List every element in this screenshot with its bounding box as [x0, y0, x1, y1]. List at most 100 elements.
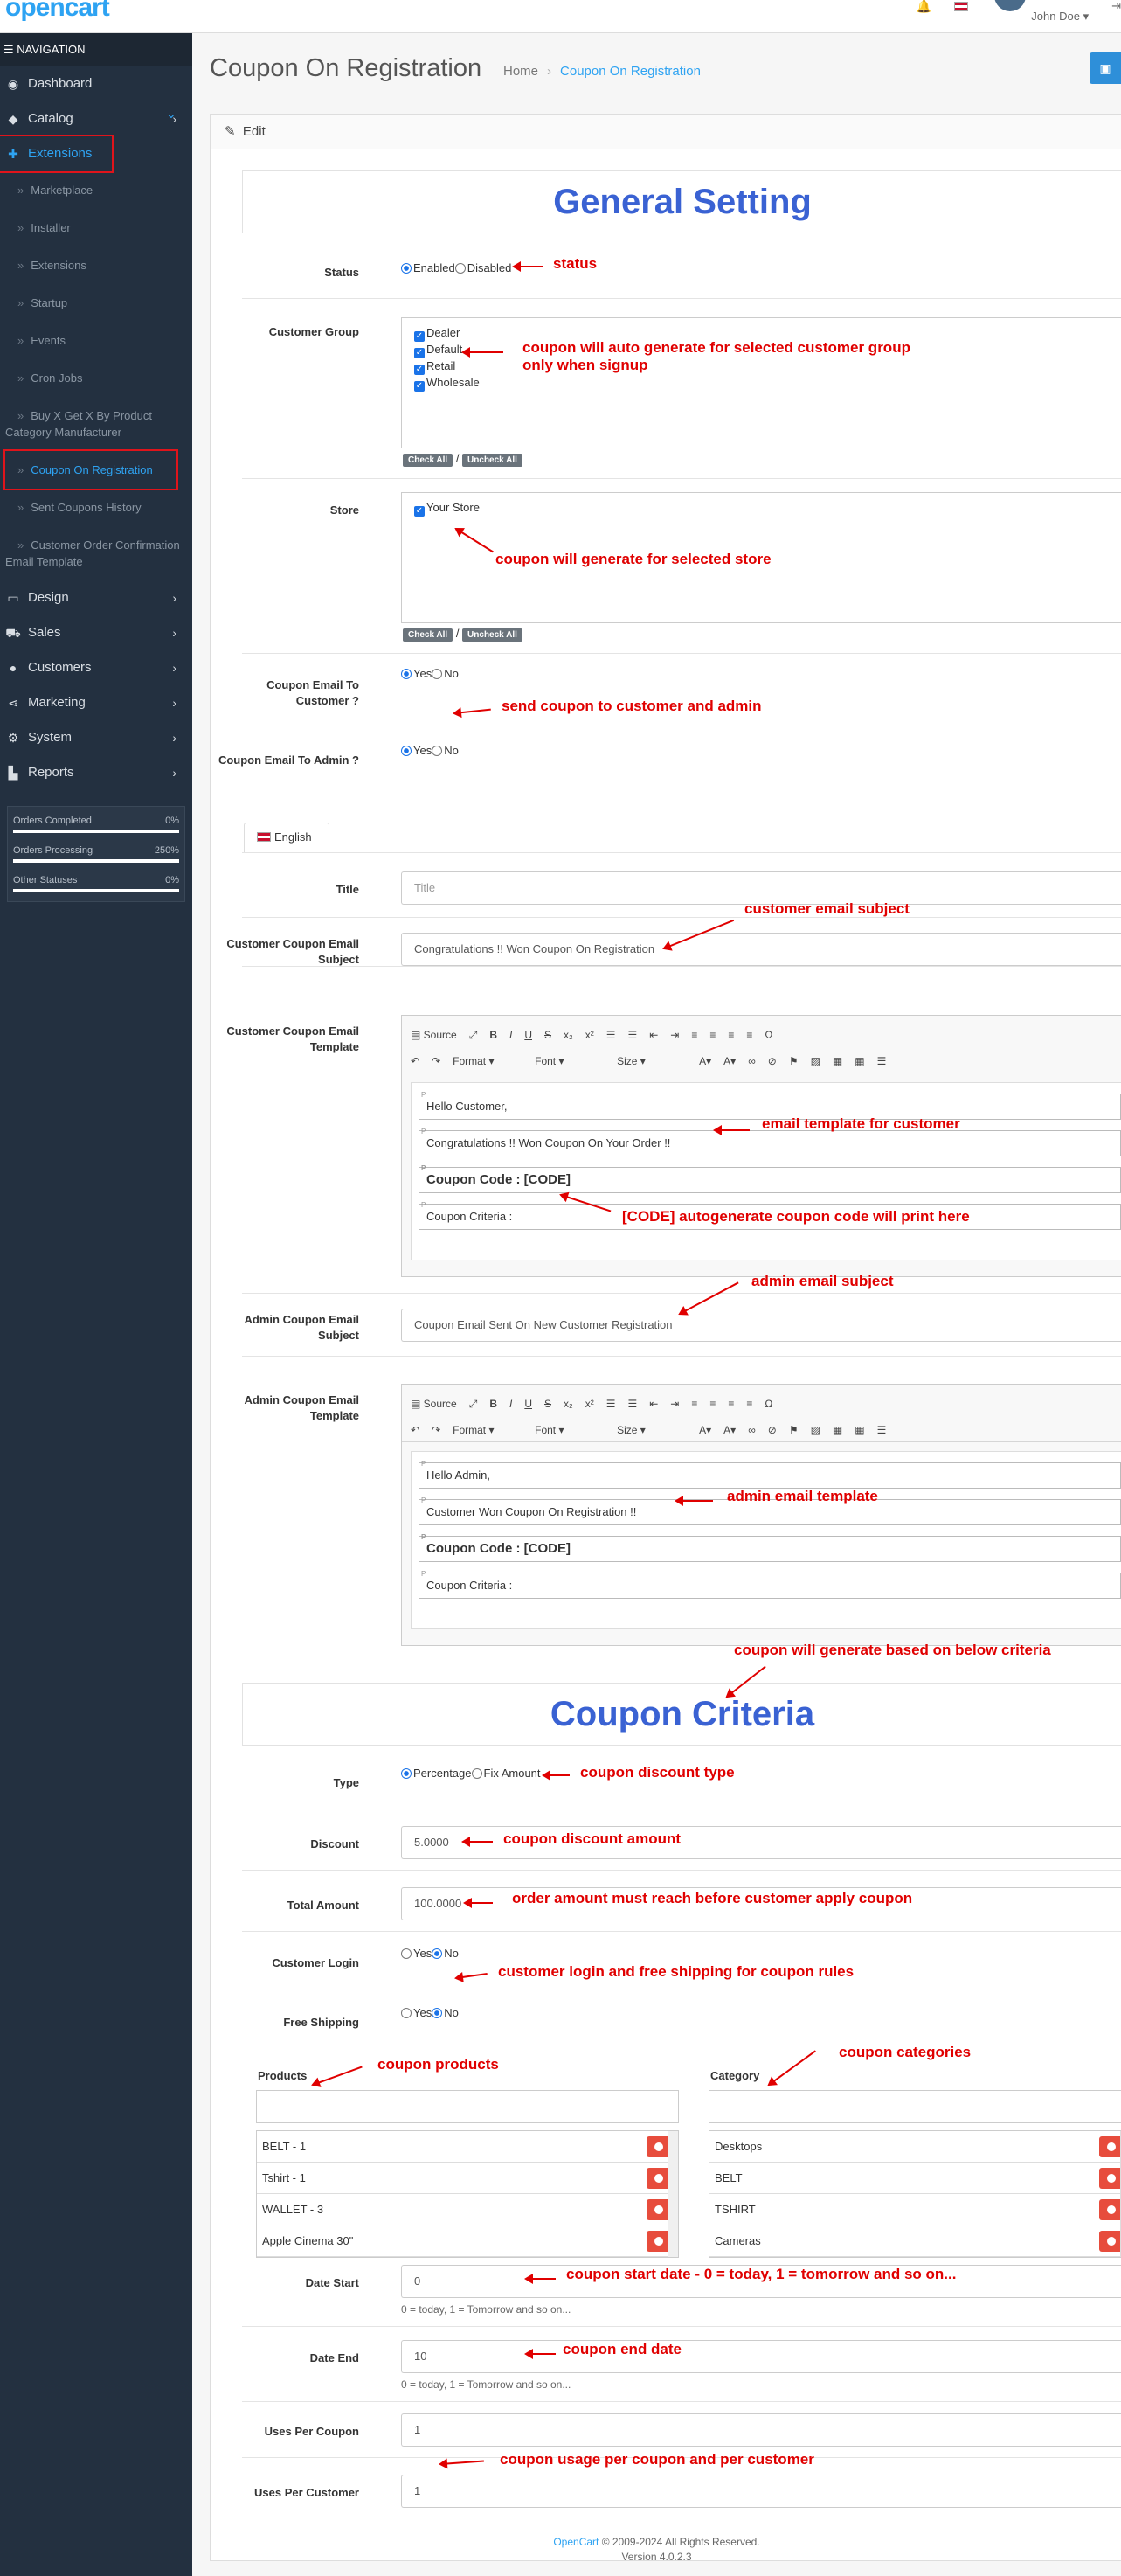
- status-enabled-radio[interactable]: [401, 263, 412, 274]
- uk-flag-icon[interactable]: [954, 0, 972, 13]
- font-dropdown[interactable]: Font ▾: [535, 1424, 605, 1436]
- shipping-no-radio[interactable]: [432, 2008, 443, 2018]
- email-admin-yes-radio[interactable]: [401, 746, 412, 756]
- outdent-icon[interactable]: ⇤: [649, 1398, 658, 1410]
- sidebar-item-reports[interactable]: ▙ Reports ›: [0, 755, 192, 790]
- subscript-icon[interactable]: x₂: [564, 1398, 573, 1410]
- subscript-icon[interactable]: x₂: [564, 1029, 573, 1041]
- save-button[interactable]: ▣: [1090, 52, 1121, 84]
- uncheck-all-button[interactable]: Uncheck All: [462, 454, 522, 467]
- align-center-icon[interactable]: ≡: [709, 1398, 716, 1410]
- type-fix-amount-radio[interactable]: [471, 1768, 482, 1779]
- superscript-icon[interactable]: x²: [585, 1398, 594, 1410]
- sidebar-sub-marketplace[interactable]: » Marketplace: [0, 171, 192, 209]
- customer-subject-input[interactable]: Congratulations !! Won Coupon On Registr…: [401, 933, 1121, 966]
- unlink-icon[interactable]: ⊘: [768, 1424, 777, 1436]
- underline-icon[interactable]: U: [524, 1398, 532, 1410]
- category-autocomplete-input[interactable]: [709, 2090, 1121, 2123]
- align-center-icon[interactable]: ≡: [709, 1029, 716, 1041]
- bold-icon[interactable]: B: [489, 1029, 497, 1041]
- omega-icon[interactable]: Ω: [765, 1029, 772, 1041]
- italic-icon[interactable]: I: [509, 1029, 512, 1041]
- logout-icon[interactable]: ⇥: [1111, 0, 1121, 13]
- remove-button[interactable]: [1099, 2231, 1121, 2252]
- hr-icon[interactable]: ☰: [877, 1055, 887, 1067]
- sidebar-sub-buy-x-get-x[interactable]: » Buy X Get X By Product Category Manufac…: [0, 397, 192, 451]
- sidebar-item-system[interactable]: ⚙ System ›: [0, 720, 192, 755]
- sidebar-sub-installer[interactable]: » Installer: [0, 209, 192, 246]
- sidebar-item-sales[interactable]: ⛟ Sales ›: [0, 615, 192, 650]
- format-dropdown[interactable]: Format ▾: [453, 1424, 522, 1436]
- maximize-icon[interactable]: ⤢: [469, 1029, 478, 1042]
- sidebar-sub-coupon-on-registration[interactable]: » Coupon On Registration: [3, 449, 178, 490]
- sidebar-sub-extensions[interactable]: » Extensions: [0, 246, 192, 284]
- sidebar-item-customers[interactable]: ● Customers ›: [0, 650, 192, 685]
- check-all-button[interactable]: Check All: [403, 628, 453, 642]
- remove-button[interactable]: [1099, 2199, 1121, 2220]
- uncheck-all-button[interactable]: Uncheck All: [462, 628, 522, 642]
- indent-icon[interactable]: ⇥: [670, 1029, 679, 1041]
- email-admin-no-radio[interactable]: [432, 746, 443, 756]
- strike-icon[interactable]: S: [544, 1029, 551, 1041]
- sidebar-sub-events[interactable]: » Events: [0, 322, 192, 359]
- justify-icon[interactable]: ≡: [746, 1398, 752, 1410]
- store-your-store[interactable]: ✓ Your Store: [402, 500, 1121, 517]
- text-color-icon[interactable]: A▾: [699, 1055, 711, 1067]
- link-icon[interactable]: ∞: [748, 1424, 756, 1436]
- check-all-button[interactable]: Check All: [403, 454, 453, 467]
- type-percentage-radio[interactable]: [401, 1768, 412, 1779]
- maximize-icon[interactable]: ⤢: [469, 1398, 478, 1411]
- login-no-radio[interactable]: [432, 1948, 443, 1959]
- align-left-icon[interactable]: ≡: [691, 1398, 697, 1410]
- sidebar-item-dashboard[interactable]: ◉ Dashboard: [0, 66, 192, 101]
- source-button[interactable]: ▤ Source: [411, 1398, 457, 1410]
- indent-icon[interactable]: ⇥: [670, 1398, 679, 1410]
- align-left-icon[interactable]: ≡: [691, 1029, 697, 1041]
- source-button[interactable]: ▤ Source: [411, 1029, 457, 1041]
- editor-body[interactable]: Hello Admin, Customer Won Coupon On Regi…: [411, 1451, 1121, 1629]
- superscript-icon[interactable]: x²: [585, 1029, 594, 1041]
- numbered-list-icon[interactable]: ☰: [606, 1029, 616, 1041]
- table-icon[interactable]: ▦: [855, 1424, 864, 1436]
- user-menu[interactable]: John Doe ▾: [994, 0, 1089, 24]
- sidebar-sub-startup[interactable]: » Startup: [0, 284, 192, 322]
- text-color-icon[interactable]: A▾: [699, 1424, 711, 1436]
- bullet-list-icon[interactable]: ☰: [627, 1029, 637, 1041]
- align-right-icon[interactable]: ≡: [728, 1029, 734, 1041]
- products-autocomplete-input[interactable]: [256, 2090, 679, 2123]
- italic-icon[interactable]: I: [509, 1398, 512, 1410]
- format-dropdown[interactable]: Format ▾: [453, 1055, 522, 1067]
- admin-subject-input[interactable]: Coupon Email Sent On New Customer Regist…: [401, 1309, 1121, 1342]
- date-end-input[interactable]: 10: [401, 2340, 1121, 2373]
- numbered-list-icon[interactable]: ☰: [606, 1398, 616, 1410]
- unlink-icon[interactable]: ⊘: [768, 1055, 777, 1067]
- image-icon[interactable]: ▨: [811, 1424, 820, 1436]
- hr-icon[interactable]: ☰: [877, 1424, 887, 1436]
- sidebar-item-marketing[interactable]: ⋖ Marketing ›: [0, 685, 192, 720]
- justify-icon[interactable]: ≡: [746, 1029, 752, 1041]
- email-customer-no-radio[interactable]: [432, 669, 443, 679]
- redo-icon[interactable]: ↷: [432, 1424, 440, 1436]
- iframe-icon[interactable]: ▦: [833, 1055, 842, 1067]
- undo-icon[interactable]: ↶: [411, 1055, 419, 1067]
- tab-english[interactable]: English: [244, 823, 329, 852]
- breadcrumb-current[interactable]: Coupon On Registration: [560, 64, 701, 79]
- omega-icon[interactable]: Ω: [765, 1398, 772, 1410]
- sidebar-item-extensions[interactable]: ✚ Extensions: [0, 135, 114, 173]
- breadcrumb-home[interactable]: Home: [503, 64, 538, 79]
- size-dropdown[interactable]: Size ▾: [617, 1424, 687, 1436]
- underline-icon[interactable]: U: [524, 1029, 532, 1041]
- bg-color-icon[interactable]: A▾: [723, 1055, 736, 1067]
- sidebar-item-design[interactable]: ▭ Design ›: [0, 580, 192, 615]
- bg-color-icon[interactable]: A▾: [723, 1424, 736, 1436]
- remove-button[interactable]: [1099, 2168, 1121, 2189]
- undo-icon[interactable]: ↶: [411, 1424, 419, 1436]
- link-icon[interactable]: ∞: [748, 1055, 756, 1067]
- flag-icon[interactable]: ⚑: [789, 1424, 799, 1436]
- opencart-logo[interactable]: opencart: [5, 0, 110, 23]
- footer-brand-link[interactable]: OpenCart: [553, 2536, 599, 2548]
- shipping-yes-radio[interactable]: [401, 2008, 412, 2018]
- font-dropdown[interactable]: Font ▾: [535, 1055, 605, 1067]
- sidebar-sub-order-confirmation-template[interactable]: » Customer Order Confirmation Email Templ…: [0, 526, 192, 580]
- editor-body[interactable]: Hello Customer, Congratulations !! Won C…: [411, 1082, 1121, 1260]
